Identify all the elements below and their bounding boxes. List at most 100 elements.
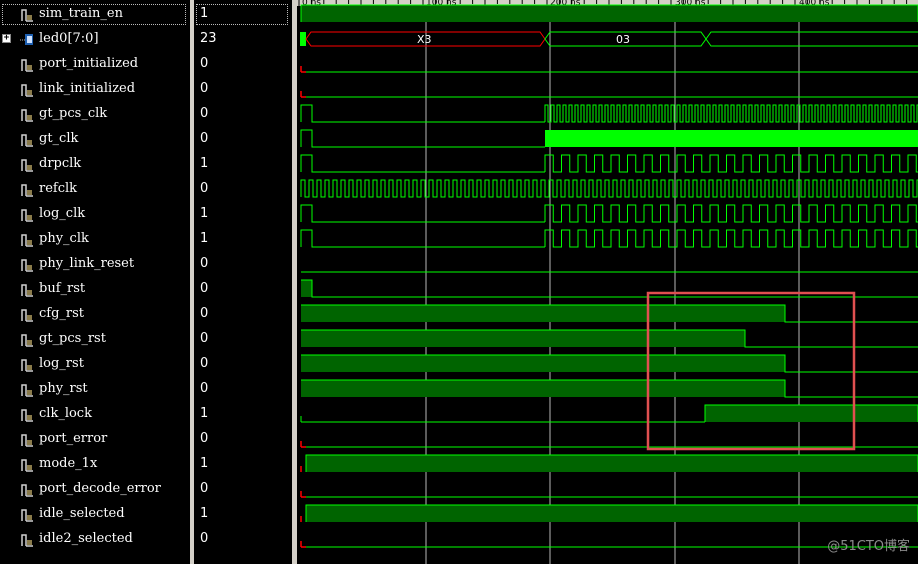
bit-signal-icon (21, 359, 33, 372)
signal-value: 0 (200, 181, 209, 196)
wave-high-fill (301, 380, 785, 397)
signal-values-pane: 1 23 0 0 0 0 1 0 1 1 0 0 0 0 0 0 1 0 1 0 1 0 (194, 0, 292, 564)
signal-value-row[interactable]: 0 (194, 252, 292, 277)
signal-row[interactable]: drpclk (0, 152, 190, 177)
clock-wave (544, 204, 918, 223)
signal-row[interactable]: gt_clk (0, 127, 190, 152)
signal-value-row[interactable]: 0 (194, 102, 292, 127)
signal-value-row[interactable]: 1 (194, 502, 292, 527)
signal-value: 0 (200, 306, 209, 321)
signal-row[interactable]: port_decode_error (0, 477, 190, 502)
wave-high-fill (705, 405, 918, 422)
signal-value-row[interactable]: 1 (194, 402, 292, 427)
bit-signal-icon (21, 159, 33, 172)
waveform-canvas[interactable]: 0 ns 100 ns 200 ns 300 ns 400 nsX3 03 (297, 0, 918, 564)
signal-row[interactable]: idle2_selected (0, 527, 190, 552)
clock-wave (544, 154, 918, 173)
signal-value-row[interactable]: 0 (194, 52, 292, 77)
bit-signal-icon (21, 309, 33, 322)
wave-edge (301, 279, 918, 298)
signal-row[interactable]: port_initialized (0, 52, 190, 77)
signal-value-row[interactable]: 0 (194, 427, 292, 452)
signal-value: 0 (200, 381, 209, 396)
signal-value: 1 (200, 456, 209, 471)
clock-wave (300, 204, 545, 223)
signal-name: port_error (39, 431, 108, 446)
signal-row[interactable]: clk_lock (0, 402, 190, 427)
signal-name: gt_pcs_rst (39, 331, 106, 346)
signal-value: 0 (200, 131, 209, 146)
signal-value-row[interactable]: 0 (194, 177, 292, 202)
signal-name: phy_clk (39, 231, 89, 246)
signal-value: 0 (200, 56, 209, 71)
signal-value-row[interactable]: 0 (194, 527, 292, 552)
signal-row[interactable]: gt_pcs_clk (0, 102, 190, 127)
signal-name: sim_train_en (39, 6, 123, 21)
signal-row[interactable]: refclk (0, 177, 190, 202)
wave-high-fill (306, 455, 918, 472)
signal-name: buf_rst (39, 281, 86, 296)
signal-value-row[interactable]: 0 (194, 377, 292, 402)
watermark: @51CTO博客 (827, 539, 910, 554)
signal-row[interactable]: sim_train_en (0, 2, 190, 27)
signal-value: 0 (200, 256, 209, 271)
signal-row[interactable]: + led0[7:0] (0, 27, 190, 52)
bit-signal-icon (21, 209, 33, 222)
signal-value: 1 (200, 406, 209, 421)
bit-signal-icon (21, 484, 33, 497)
signal-value: 1 (200, 6, 209, 21)
signal-name: log_rst (39, 356, 84, 371)
bit-signal-icon (21, 434, 33, 447)
signal-name: phy_link_reset (39, 256, 135, 271)
signal-row[interactable]: buf_rst (0, 277, 190, 302)
signal-row[interactable]: phy_rst (0, 377, 190, 402)
signal-name: refclk (39, 181, 78, 196)
bit-signal-icon (21, 509, 33, 522)
signal-row[interactable]: log_clk (0, 202, 190, 227)
signal-value-row[interactable]: 23 (194, 27, 292, 52)
bit-signal-icon (21, 259, 33, 272)
signal-value-row[interactable]: 1 (194, 452, 292, 477)
expand-toggle-icon[interactable]: + (2, 34, 11, 43)
signal-value: 0 (200, 531, 209, 546)
wave-high-fill (301, 330, 745, 347)
signal-row[interactable]: phy_link_reset (0, 252, 190, 277)
clock-wave (300, 229, 545, 248)
signal-row[interactable]: phy_clk (0, 227, 190, 252)
signal-value-row[interactable]: 1 (194, 152, 292, 177)
waveform-pane[interactable]: 0 ns 100 ns 200 ns 300 ns 400 ns X3 03 (297, 0, 918, 564)
bus-segment (705, 31, 918, 47)
signal-name: clk_lock (39, 406, 92, 421)
signal-value-row[interactable]: 1 (194, 202, 292, 227)
signal-value-row[interactable]: 1 (194, 2, 292, 27)
signal-row[interactable]: gt_pcs_rst (0, 327, 190, 352)
signal-value-row[interactable]: 0 (194, 352, 292, 377)
signal-row[interactable]: link_initialized (0, 77, 190, 102)
signal-value-row[interactable]: 0 (194, 277, 292, 302)
signal-name: log_clk (39, 206, 86, 221)
signal-names-pane: sim_train_en + led0[7:0] port_initializedli… (0, 0, 190, 564)
signal-name: cfg_rst (39, 306, 85, 321)
signal-value-row[interactable]: 0 (194, 77, 292, 102)
signal-value-row[interactable]: 0 (194, 127, 292, 152)
signal-row[interactable]: log_rst (0, 352, 190, 377)
signal-value-row[interactable]: 0 (194, 477, 292, 502)
signal-name: port_decode_error (39, 481, 161, 496)
signal-name: drpclk (39, 156, 82, 171)
bit-signal-icon (21, 234, 33, 247)
signal-name: port_initialized (39, 56, 139, 71)
bus-value-label: X3 (417, 33, 432, 46)
signal-value: 0 (200, 431, 209, 446)
signal-row[interactable]: idle_selected (0, 502, 190, 527)
wave-high-fill (301, 5, 918, 22)
signal-value-row[interactable]: 0 (194, 302, 292, 327)
signal-row[interactable]: cfg_rst (0, 302, 190, 327)
signal-row[interactable]: mode_1x (0, 452, 190, 477)
clock-wave (300, 179, 918, 198)
signal-value-row[interactable]: 0 (194, 327, 292, 352)
bit-signal-icon (21, 409, 33, 422)
signal-value-row[interactable]: 1 (194, 227, 292, 252)
signal-name: idle2_selected (39, 531, 133, 546)
signal-row[interactable]: port_error (0, 427, 190, 452)
signal-value: 1 (200, 206, 209, 221)
